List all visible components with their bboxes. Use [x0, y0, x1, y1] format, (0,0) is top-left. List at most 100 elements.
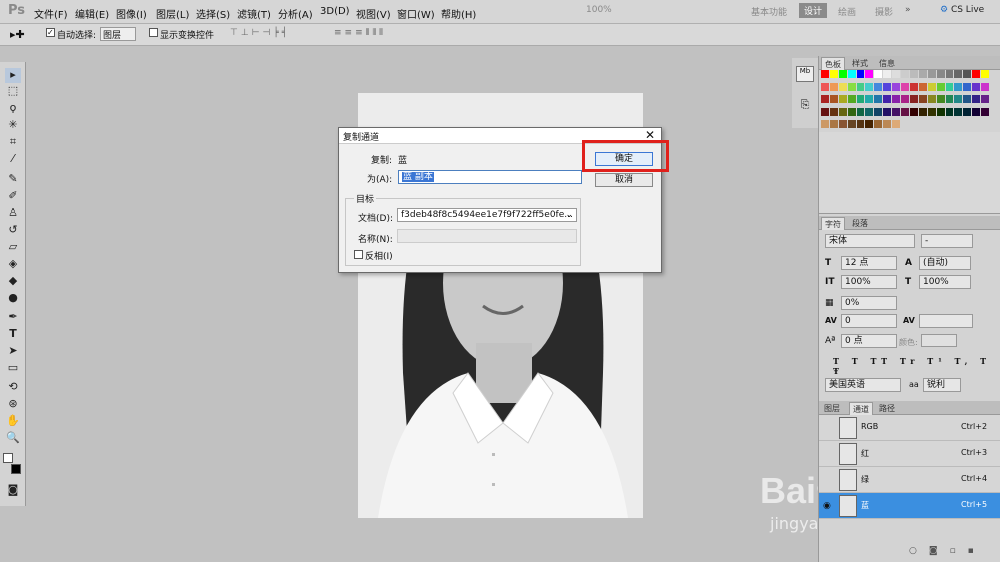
- swatch-cell[interactable]: [838, 107, 847, 116]
- swatch-cell[interactable]: [821, 107, 829, 116]
- menu-3d[interactable]: 3D(D): [320, 6, 350, 17]
- swatch-cell[interactable]: [838, 95, 847, 104]
- zoom-tool-icon[interactable]: 🔍: [5, 431, 21, 446]
- swatch-cell[interactable]: [963, 107, 972, 116]
- align-icons[interactable]: ⊤⊥⊢⊣╞╡: [230, 28, 290, 38]
- lasso-tool-icon[interactable]: ϙ: [5, 101, 21, 116]
- name-input[interactable]: [397, 229, 577, 243]
- swatch-cell[interactable]: [954, 95, 963, 104]
- swatch-cell[interactable]: [865, 82, 874, 91]
- swatch-cell[interactable]: [901, 70, 909, 78]
- swatch-cell[interactable]: [865, 120, 874, 129]
- type-tool-icon[interactable]: T: [5, 327, 21, 342]
- swatch-cell[interactable]: [909, 70, 918, 78]
- swatch-cell[interactable]: [945, 95, 954, 104]
- swatch-cell[interactable]: [909, 95, 918, 104]
- swatch-cell[interactable]: [821, 120, 829, 129]
- tab-layers[interactable]: 图层: [821, 402, 843, 415]
- menu-image[interactable]: 图像(I): [116, 6, 147, 21]
- swatch-cell[interactable]: [865, 95, 874, 104]
- as-input[interactable]: 蓝 副本: [398, 170, 582, 184]
- menu-help[interactable]: 帮助(H): [441, 6, 476, 21]
- swatch-cell[interactable]: [874, 120, 883, 129]
- distribute-icons[interactable]: ≡≡≡⫴⫴⫴: [334, 28, 386, 38]
- shape-tool-icon[interactable]: ▭: [5, 361, 21, 376]
- anti-alias-select[interactable]: 锐利: [923, 378, 961, 392]
- swatch-cell[interactable]: [847, 120, 856, 129]
- swatch-cell[interactable]: [883, 120, 892, 129]
- font-size-field[interactable]: 12 点: [841, 256, 897, 270]
- auto-select-dropdown[interactable]: 图层: [100, 27, 136, 41]
- swatch-cell[interactable]: [963, 95, 972, 104]
- swatch-cell[interactable]: [829, 95, 838, 104]
- menu-window[interactable]: 窗口(W): [397, 6, 435, 21]
- swatch-cell[interactable]: [918, 70, 927, 78]
- dodge-tool-icon[interactable]: ●: [5, 291, 21, 306]
- history-panel-icon[interactable]: ⎘: [796, 98, 814, 114]
- swatch-cell[interactable]: [892, 120, 901, 129]
- swatch-cell[interactable]: [963, 70, 972, 78]
- zoom-level[interactable]: 100%: [586, 5, 612, 15]
- swatch-cell[interactable]: [883, 82, 892, 91]
- swatch-cell[interactable]: [901, 95, 909, 104]
- blur-tool-icon[interactable]: ◆: [5, 274, 21, 289]
- crop-tool-icon[interactable]: ⌗: [5, 135, 21, 150]
- swatch-cell[interactable]: [972, 70, 981, 78]
- swatch-cell[interactable]: [954, 70, 963, 78]
- swatch-cell[interactable]: [972, 95, 981, 104]
- swatch-cell[interactable]: [945, 70, 954, 78]
- tab-info[interactable]: 信息: [876, 57, 898, 70]
- swatch-cell[interactable]: [847, 95, 856, 104]
- swatch-cell[interactable]: [829, 120, 838, 129]
- swatch-cell[interactable]: [856, 120, 865, 129]
- menu-file[interactable]: 文件(F): [34, 6, 68, 21]
- swatch-cell[interactable]: [927, 82, 936, 91]
- vertical-scale-field[interactable]: 100%: [841, 275, 897, 289]
- swatch-cell[interactable]: [936, 70, 945, 78]
- visibility-eye-icon[interactable]: ◉: [823, 501, 831, 511]
- tab-channels[interactable]: 通道: [849, 402, 873, 415]
- swatch-cell[interactable]: [874, 95, 883, 104]
- swatch-cell[interactable]: [909, 82, 918, 91]
- swatch-cell[interactable]: [927, 107, 936, 116]
- text-color-swatch[interactable]: [921, 334, 957, 347]
- move-tool-icon[interactable]: ▸✚: [10, 28, 25, 41]
- swatch-cell[interactable]: [909, 107, 918, 116]
- workspace-photography[interactable]: 摄影: [875, 5, 893, 18]
- font-family-select[interactable]: 宋体: [825, 234, 915, 248]
- menu-analysis[interactable]: 分析(A): [278, 6, 313, 21]
- marquee-tool-icon[interactable]: ⬚: [5, 84, 21, 99]
- more-workspaces-icon[interactable]: »: [905, 5, 911, 15]
- swatch-cell[interactable]: [856, 70, 865, 78]
- swatch-cell[interactable]: [901, 82, 909, 91]
- invert-checkbox[interactable]: [354, 250, 363, 259]
- swatch-cell[interactable]: [856, 95, 865, 104]
- swatch-cell[interactable]: [821, 95, 829, 104]
- font-style-select[interactable]: -: [921, 234, 973, 248]
- kerning-field[interactable]: 0: [841, 314, 897, 328]
- workspace-essentials[interactable]: 基本功能: [751, 5, 787, 18]
- swatch-cell[interactable]: [927, 70, 936, 78]
- swatch-cell[interactable]: [972, 82, 981, 91]
- swatch-cell[interactable]: [847, 82, 856, 91]
- paint-bucket-icon[interactable]: ◈: [5, 257, 21, 272]
- tracking-field[interactable]: [919, 314, 973, 328]
- swatch-cell[interactable]: [892, 107, 901, 116]
- workspace-painting[interactable]: 绘画: [838, 5, 856, 18]
- eyedropper-icon[interactable]: ⁄: [5, 152, 21, 167]
- swatch-cell[interactable]: [829, 82, 838, 91]
- swatch-cell[interactable]: [892, 70, 901, 78]
- stamp-tool-icon[interactable]: ♙: [5, 206, 21, 221]
- swatch-cell[interactable]: [838, 82, 847, 91]
- swatch-cell[interactable]: [838, 120, 847, 129]
- channel-row-green[interactable]: 绿 Ctrl+4: [819, 467, 1000, 493]
- channel-row-blue[interactable]: ◉ 蓝 Ctrl+5: [819, 493, 1000, 519]
- tab-swatches[interactable]: 色板: [821, 57, 845, 70]
- swatch-cell[interactable]: [838, 70, 847, 78]
- swatch-cell[interactable]: [883, 70, 892, 78]
- swatch-cell[interactable]: [936, 107, 945, 116]
- language-select[interactable]: 美国英语: [825, 378, 901, 392]
- swatch-cell[interactable]: [954, 107, 963, 116]
- swatch-cell[interactable]: [927, 95, 936, 104]
- channel-row-rgb[interactable]: RGB Ctrl+2: [819, 415, 1000, 441]
